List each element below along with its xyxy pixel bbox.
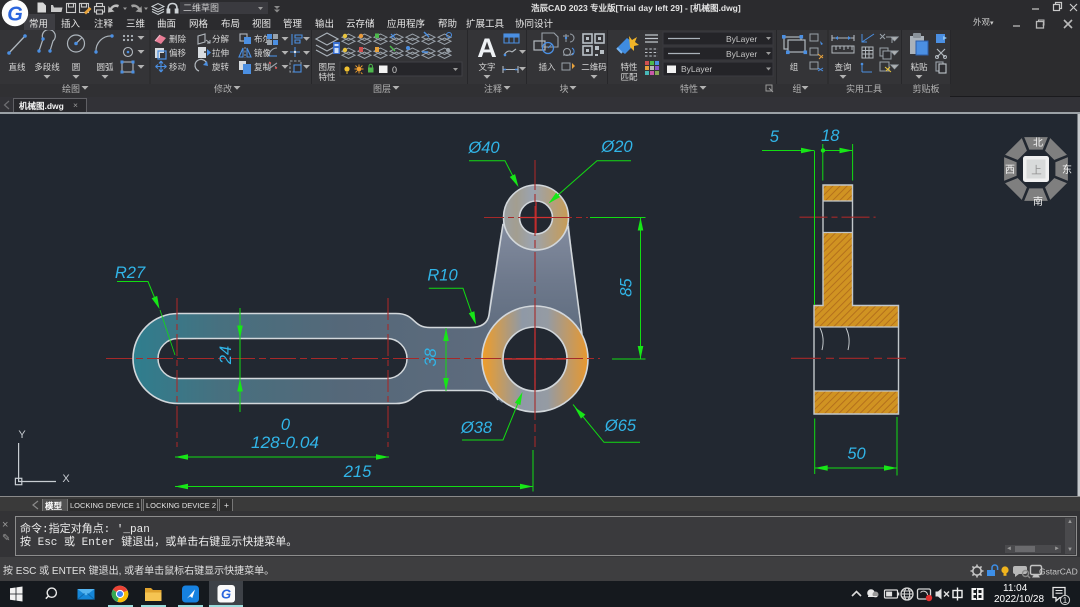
svg-text:图层: 图层 [373,84,391,94]
svg-text:5: 5 [770,128,780,146]
svg-text:多段线: 多段线 [34,62,60,72]
svg-text:特性: 特性 [680,83,698,94]
svg-text:图层: 图层 [318,62,335,72]
svg-text:特性: 特性 [318,72,336,82]
svg-text:Ø40: Ø40 [467,139,500,157]
svg-text:GstarCAD: GstarCAD [1039,567,1078,577]
svg-text:0: 0 [281,416,291,434]
svg-text:删除: 删除 [169,34,187,44]
svg-text:直线: 直线 [8,62,26,72]
svg-text:特性: 特性 [620,62,638,72]
svg-text:绘图: 绘图 [62,83,80,94]
svg-text:二维码: 二维码 [581,62,607,72]
svg-text:Y: Y [18,429,26,441]
svg-text:ByLayer: ByLayer [726,34,757,44]
svg-text:上: 上 [1031,165,1042,177]
svg-text:块: 块 [559,83,568,94]
svg-text:偏移: 偏移 [169,48,187,58]
svg-text:Ø65: Ø65 [604,417,637,435]
svg-text:ByLayer: ByLayer [726,49,757,59]
svg-text:圆弧: 圆弧 [96,62,114,72]
svg-text:注释: 注释 [484,83,502,94]
svg-text:查询: 查询 [834,62,851,72]
svg-text:R10: R10 [427,267,458,285]
svg-text:南: 南 [1033,195,1043,208]
svg-text:西: 西 [1005,165,1015,176]
svg-text:G: G [7,4,23,26]
svg-text:50: 50 [847,445,866,463]
svg-text:移动: 移动 [169,62,187,72]
svg-text:组: 组 [792,83,801,94]
svg-text:拉伸: 拉伸 [212,48,229,58]
svg-text:实用工具: 实用工具 [846,83,882,94]
svg-text:东: 东 [1062,163,1072,176]
svg-text:分解: 分解 [212,34,230,44]
svg-text:旋转: 旋转 [212,62,230,72]
svg-text:匹配: 匹配 [620,72,638,82]
svg-text:粘贴: 粘贴 [910,62,928,72]
svg-text:ByLayer: ByLayer [681,64,712,74]
svg-text:X: X [62,473,70,485]
svg-text:215: 215 [343,463,372,481]
svg-text:修改: 修改 [214,83,232,94]
svg-text:0: 0 [392,65,397,75]
svg-text:复制: 复制 [254,62,271,72]
svg-text:圆: 圆 [72,62,81,72]
svg-text:G: G [221,587,231,602]
svg-text:1: 1 [1063,596,1068,605]
svg-text:18: 18 [821,127,840,145]
svg-text:24: 24 [217,346,235,365]
svg-text:镜像: 镜像 [254,48,272,58]
svg-text:A: A [477,33,497,63]
svg-text:128-0.04: 128-0.04 [251,434,319,452]
svg-text:文字: 文字 [478,62,495,72]
svg-text:组: 组 [790,62,799,72]
svg-text:插入: 插入 [538,62,556,72]
svg-text:二维草图: 二维草图 [183,2,219,13]
svg-text:剪贴板: 剪贴板 [912,83,939,94]
svg-text:北: 北 [1033,137,1043,149]
svg-text:Ø38: Ø38 [460,419,493,437]
svg-text:R27: R27 [115,264,146,282]
svg-text:85: 85 [618,278,636,297]
svg-text:Ø20: Ø20 [600,138,633,156]
svg-text:38: 38 [422,348,440,367]
